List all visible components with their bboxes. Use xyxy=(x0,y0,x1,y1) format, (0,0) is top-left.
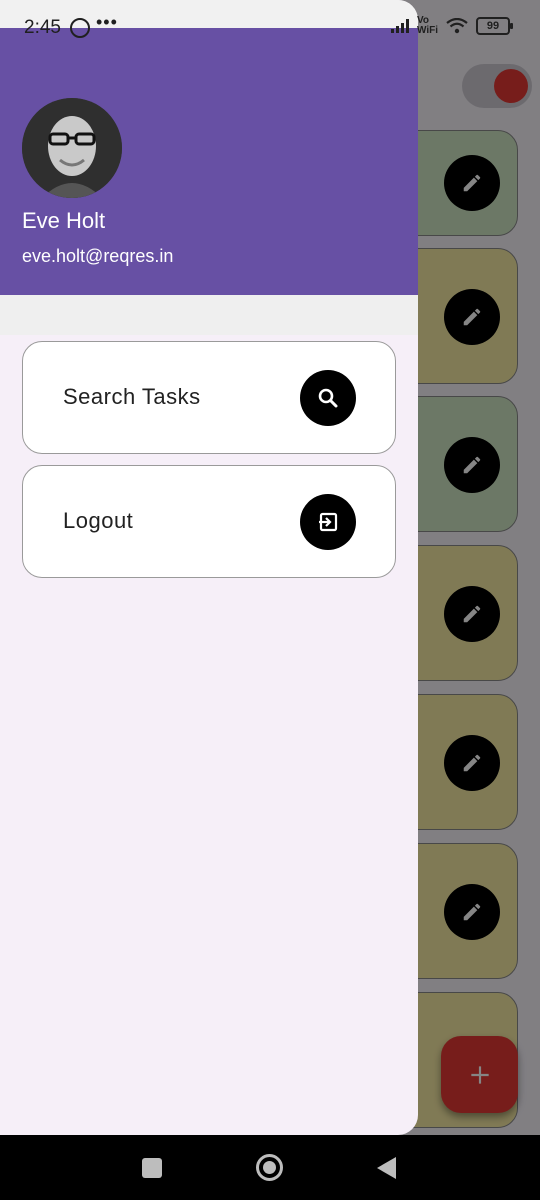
user-name: Eve Holt xyxy=(22,208,106,233)
status-bar: 2:45 ••• Vo WiFi 99 xyxy=(0,0,540,56)
user-email: eve.holt@reqres.in xyxy=(22,246,174,266)
more-notifications-icon: ••• xyxy=(96,12,118,32)
drawer-divider xyxy=(0,295,418,335)
menu-item-label: Logout xyxy=(63,508,134,533)
logout-item[interactable]: Logout xyxy=(22,465,396,578)
logout-button[interactable] xyxy=(300,494,356,550)
wifi-icon xyxy=(446,18,468,34)
search-icon xyxy=(318,388,338,408)
status-icons: Vo WiFi 99 xyxy=(390,15,513,36)
menu-item-label: Search Tasks xyxy=(63,384,201,409)
drawer-header: Eve Holt eve.holt@reqres.in xyxy=(0,28,418,295)
vowifi-label: Vo WiFi xyxy=(416,15,438,36)
search-button[interactable] xyxy=(300,370,356,426)
recents-icon[interactable] xyxy=(142,1158,162,1178)
system-nav-bar xyxy=(0,1135,540,1200)
signal-icon xyxy=(390,19,409,33)
back-icon[interactable] xyxy=(377,1157,396,1179)
whatsapp-icon xyxy=(70,18,90,38)
search-tasks-item[interactable]: Search Tasks xyxy=(22,341,396,454)
logout-icon xyxy=(319,512,338,532)
status-time: 2:45 xyxy=(24,17,61,38)
navigation-drawer: Eve Holt eve.holt@reqres.in Search Tasks… xyxy=(0,0,418,1135)
home-icon[interactable] xyxy=(256,1154,283,1181)
avatar xyxy=(22,98,122,198)
battery-icon: 99 xyxy=(476,17,513,35)
